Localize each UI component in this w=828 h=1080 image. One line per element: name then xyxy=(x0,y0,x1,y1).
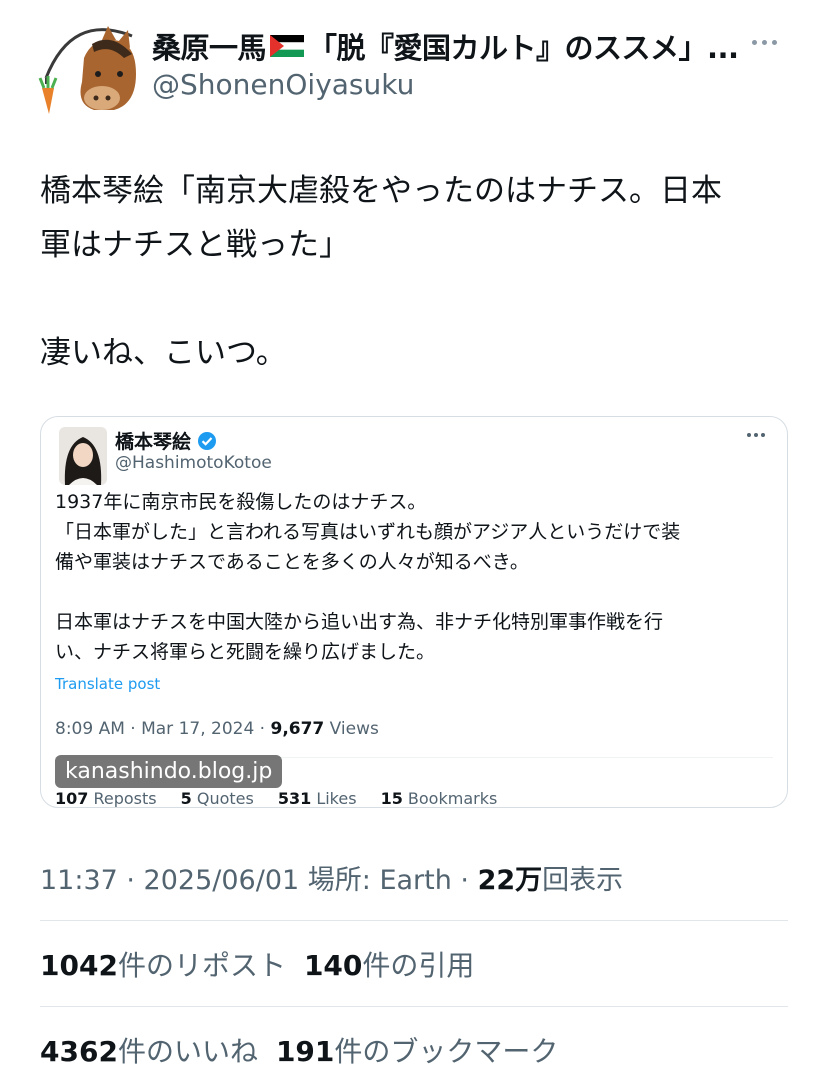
quoted-time[interactable]: 8:09 AM · Mar 17, 2024 · xyxy=(55,719,270,739)
views-count: 22万 xyxy=(477,865,543,896)
quotes-label: 件の引用 xyxy=(362,949,475,982)
quoted-line: い、ナチス将軍らと死闘を繰り広げました。 xyxy=(55,641,436,663)
quoted-likes[interactable]: 531 Likes xyxy=(278,789,357,807)
tweet-text: 橋本琴絵「南京大虐殺をやったのはナチス。日本 軍はナチスと戦った」 凄いね、こい… xyxy=(40,164,800,380)
more-options-icon[interactable] xyxy=(752,34,786,50)
quoted-author-name[interactable]: 橋本琴絵 xyxy=(115,427,191,454)
palestine-flag-icon xyxy=(270,35,305,57)
quoted-line: 日本軍はナチスを中国大陸から追い出す為、非ナチ化特別軍事作戦を行 xyxy=(55,611,664,633)
tweet-line: 凄いね、こいつ。 xyxy=(40,335,287,371)
stats-row-likes: 4362件のいいね 191件のブックマーク xyxy=(40,1030,558,1070)
author-handle[interactable]: @ShonenOiyasuku xyxy=(152,68,414,101)
views-label: 回表示 xyxy=(542,865,624,896)
author-display-name-suffix[interactable]: 「脱『愛国カルト』のススメ」... xyxy=(308,26,739,66)
quoted-author-avatar[interactable] xyxy=(59,427,107,485)
author-name-row[interactable]: 桑原一馬 「脱『愛国カルト』のススメ」... xyxy=(152,26,752,66)
divider xyxy=(40,1006,788,1007)
quoted-views-count: 9,677 xyxy=(270,719,325,739)
quoted-line-break xyxy=(55,577,775,607)
quoted-author-name-row[interactable]: 橋本琴絵 xyxy=(115,427,217,454)
quoted-stats: 107 Reposts 5 Quotes 531 Likes 15 Bookma… xyxy=(55,789,498,807)
bookmarks-count: 191 xyxy=(275,1035,335,1068)
quotes-stat[interactable]: 140件の引用 xyxy=(304,944,474,984)
author-display-name[interactable]: 桑原一馬 xyxy=(152,26,267,66)
watermark: kanashindo.blog.jp xyxy=(55,755,283,788)
bookmarks-label: 件のブックマーク xyxy=(334,1035,559,1068)
bookmarks-stat[interactable]: 191件のブックマーク xyxy=(276,1030,558,1070)
reposts-count: 1042 xyxy=(40,949,118,982)
quoted-tweet-card[interactable]: 橋本琴絵 @HashimotoKotoe 1937年に南京市民を殺傷したのはナチ… xyxy=(40,416,788,808)
tweet-line-break xyxy=(40,272,800,326)
stats-row-reposts: 1042件のリポスト 140件の引用 xyxy=(40,944,474,984)
quoted-views-label: Views xyxy=(324,719,379,739)
likes-stat[interactable]: 4362件のいいね xyxy=(40,1030,258,1070)
quoted-line: 「日本軍がした」と言われる写真はいずれも顔がアジア人というだけで装 xyxy=(55,521,681,543)
reposts-label: 件のリポスト xyxy=(117,949,286,982)
timestamp-text[interactable]: 11:37 · 2025/06/01 場所: Earth · xyxy=(40,865,478,896)
quoted-bookmarks[interactable]: 15 Bookmarks xyxy=(381,789,498,807)
avatar[interactable] xyxy=(32,18,144,114)
quoted-line: 1937年に南京市民を殺傷したのはナチス。 xyxy=(55,491,427,513)
quoted-meta: 8:09 AM · Mar 17, 2024 · 9,677 Views xyxy=(55,719,379,739)
likes-label: 件のいいね xyxy=(117,1035,258,1068)
divider xyxy=(40,920,788,921)
likes-count: 4362 xyxy=(40,1035,118,1068)
quoted-quotes[interactable]: 5 Quotes xyxy=(181,789,254,807)
quoted-line: 備や軍装はナチスであることを多くの人々が知るべき。 xyxy=(55,551,529,573)
tweet-header: 桑原一馬 「脱『愛国カルト』のススメ」... @ShonenOiyasuku xyxy=(0,0,828,130)
tweet-line: 軍はナチスと戦った」 xyxy=(40,227,350,263)
translate-post-link[interactable]: Translate post xyxy=(55,675,160,693)
reposts-stat[interactable]: 1042件のリポスト xyxy=(40,944,286,984)
quoted-reposts[interactable]: 107 Reposts xyxy=(55,789,157,807)
verified-badge-icon xyxy=(198,431,217,450)
quoted-more-options-icon[interactable] xyxy=(747,433,765,437)
quoted-tweet-text: 1937年に南京市民を殺傷したのはナチス。 「日本軍がした」と言われる写真はいず… xyxy=(55,487,775,667)
quotes-count: 140 xyxy=(303,949,363,982)
tweet-line: 橋本琴絵「南京大虐殺をやったのはナチス。日本 xyxy=(40,173,722,209)
quoted-author-handle[interactable]: @HashimotoKotoe xyxy=(115,453,272,473)
tweet-timestamp: 11:37 · 2025/06/01 場所: Earth · 22万回表示 xyxy=(40,858,623,897)
